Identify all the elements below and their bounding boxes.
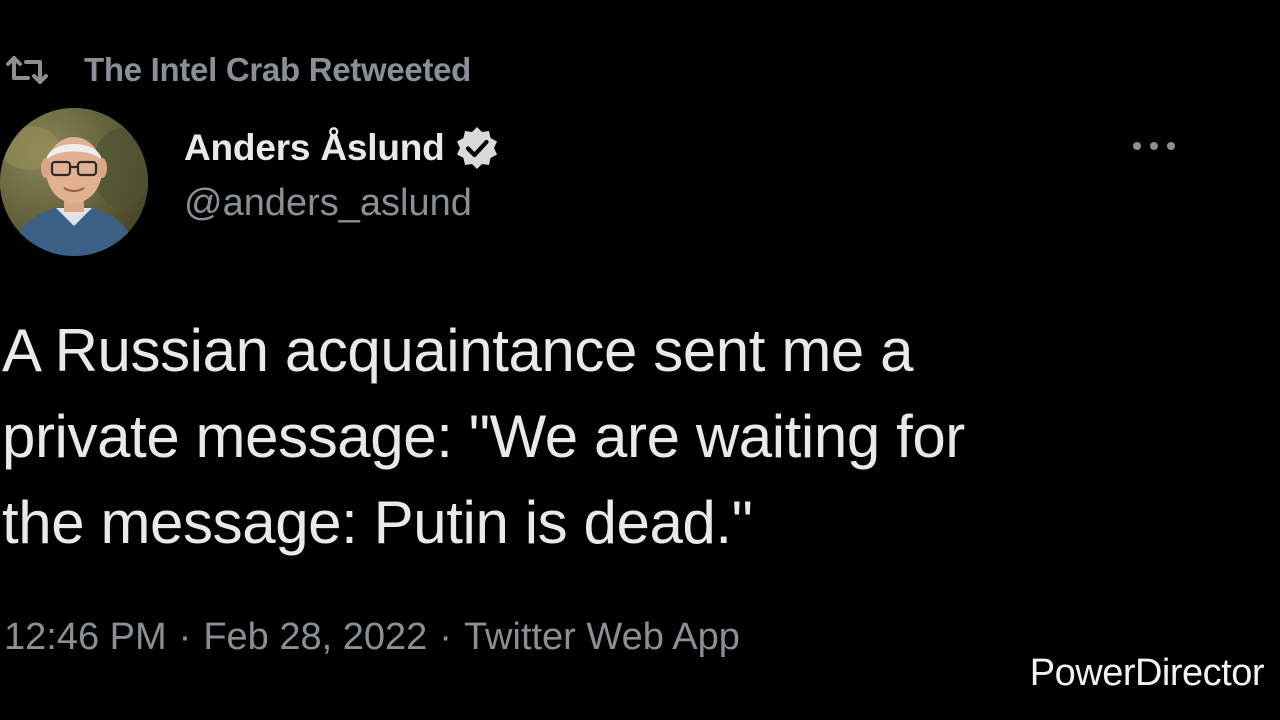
tweet-date[interactable]: Feb 28, 2022	[203, 616, 427, 659]
avatar[interactable]	[0, 108, 148, 256]
video-watermark: PowerDirector	[1029, 652, 1265, 694]
more-options-button[interactable]	[1124, 126, 1184, 170]
retweet-context: The Intel Crab Retweeted	[2, 48, 471, 92]
author-handle[interactable]: @anders_aslund	[184, 182, 472, 225]
retweet-icon	[2, 50, 52, 90]
tweet-text: A Russian acquaintance sent me a private…	[2, 308, 1262, 566]
tweet-text-line: private message: "We are waiting for	[2, 403, 965, 470]
more-horizontal-icon	[1131, 139, 1177, 157]
tweet-time[interactable]: 12:46 PM	[4, 616, 167, 659]
author-name[interactable]: Anders Åslund	[184, 127, 445, 169]
meta-separator: ·	[439, 615, 452, 658]
verified-check-icon	[453, 124, 501, 172]
author-name-row: Anders Åslund	[184, 122, 501, 174]
tweet-source[interactable]: Twitter Web App	[464, 616, 740, 659]
tweet-meta: 12:46 PM · Feb 28, 2022 · Twitter Web Ap…	[4, 610, 740, 664]
retweet-label[interactable]: The Intel Crab Retweeted	[84, 51, 471, 89]
tweet-text-line: the message: Putin is dead."	[2, 489, 753, 556]
meta-separator: ·	[178, 615, 192, 658]
tweet-text-line: A Russian acquaintance sent me a	[2, 317, 914, 384]
